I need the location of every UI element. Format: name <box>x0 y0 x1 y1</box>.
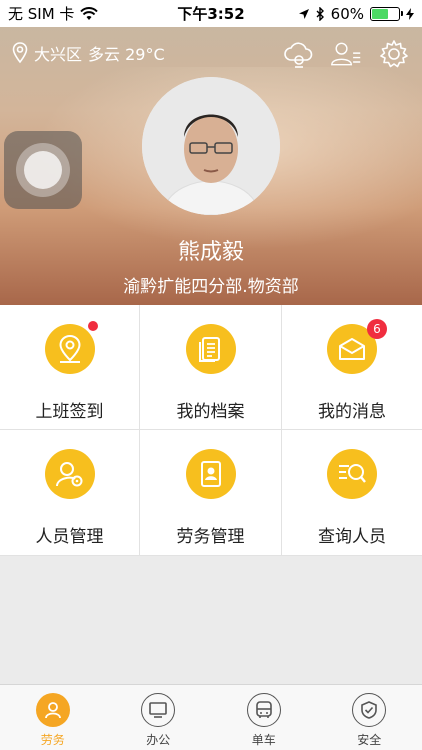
tab-labor[interactable]: 劳务 <box>0 685 106 750</box>
weather-label: 多云 29°C <box>88 45 165 64</box>
tab-bar: 劳务 办公 单车 安全 <box>0 684 422 750</box>
floating-assistive-button[interactable] <box>4 131 82 209</box>
grid-item-label: 人员管理 <box>35 527 104 547</box>
envelope-icon: 6 <box>327 319 387 374</box>
location-arrow-icon <box>298 8 309 19</box>
avatar[interactable] <box>142 77 280 215</box>
shield-check-icon <box>352 693 387 727</box>
tab-safety[interactable]: 安全 <box>317 685 422 750</box>
tab-label: 单车 <box>251 733 276 747</box>
wifi-icon <box>80 6 99 20</box>
charging-icon <box>406 7 414 20</box>
person-icon <box>35 693 70 727</box>
location-pin-icon <box>12 42 28 64</box>
grid-item-search[interactable]: 查询人员 <box>282 430 422 556</box>
tab-label: 办公 <box>146 733 171 747</box>
grid-item-personnel[interactable]: 人员管理 <box>0 430 140 556</box>
contact-book-icon <box>185 449 236 499</box>
grid-item-archive[interactable]: 我的档案 <box>140 305 282 430</box>
monitor-icon <box>141 693 176 727</box>
profile-header: 大兴区 多云 29°C 熊成毅 渝黔扩能四分部.物资部 <box>0 27 422 305</box>
user-gear-icon <box>44 449 95 499</box>
document-icon <box>185 324 236 374</box>
tab-label: 劳务 <box>40 733 65 747</box>
status-bar: 无 SIM 卡 下午3:52 60% <box>0 0 422 27</box>
location-pin-icon <box>44 321 98 374</box>
tab-office[interactable]: 办公 <box>106 685 212 750</box>
grid-item-labor[interactable]: 劳务管理 <box>140 430 282 556</box>
gear-icon[interactable] <box>378 38 410 70</box>
bus-icon <box>246 693 281 727</box>
location-weather: 大兴区 多云 29°C <box>12 41 165 65</box>
tab-label: 安全 <box>357 733 382 747</box>
cloud-camera-icon[interactable] <box>282 38 314 70</box>
carrier-label: 无 SIM 卡 <box>8 5 75 23</box>
grid-item-checkin[interactable]: 上班签到 <box>0 305 140 430</box>
battery-icon <box>370 6 403 21</box>
unread-count-badge: 6 <box>367 319 387 339</box>
grid-item-label: 我的档案 <box>176 402 245 422</box>
user-name: 熊成毅 <box>177 240 244 265</box>
status-time: 下午3:52 <box>177 5 245 23</box>
grid-item-messages[interactable]: 6 我的消息 <box>282 305 422 430</box>
notification-dot <box>87 321 98 331</box>
grid-item-label: 上班签到 <box>35 402 104 422</box>
user-list-icon[interactable] <box>330 38 362 70</box>
grid-item-label: 劳务管理 <box>176 527 245 547</box>
search-list-icon <box>327 449 377 499</box>
location-label: 大兴区 <box>34 45 83 64</box>
function-grid: 上班签到 我的档案 6 我的消息 人员管理 劳务管理 查询人员 <box>0 305 422 556</box>
tab-bike[interactable]: 单车 <box>211 685 317 750</box>
user-department: 渝黔扩能四分部.物资部 <box>123 277 299 297</box>
battery-percent: 60% <box>330 4 364 23</box>
grid-item-label: 查询人员 <box>318 527 386 547</box>
grid-item-label: 我的消息 <box>318 402 386 422</box>
bluetooth-icon <box>316 6 324 21</box>
